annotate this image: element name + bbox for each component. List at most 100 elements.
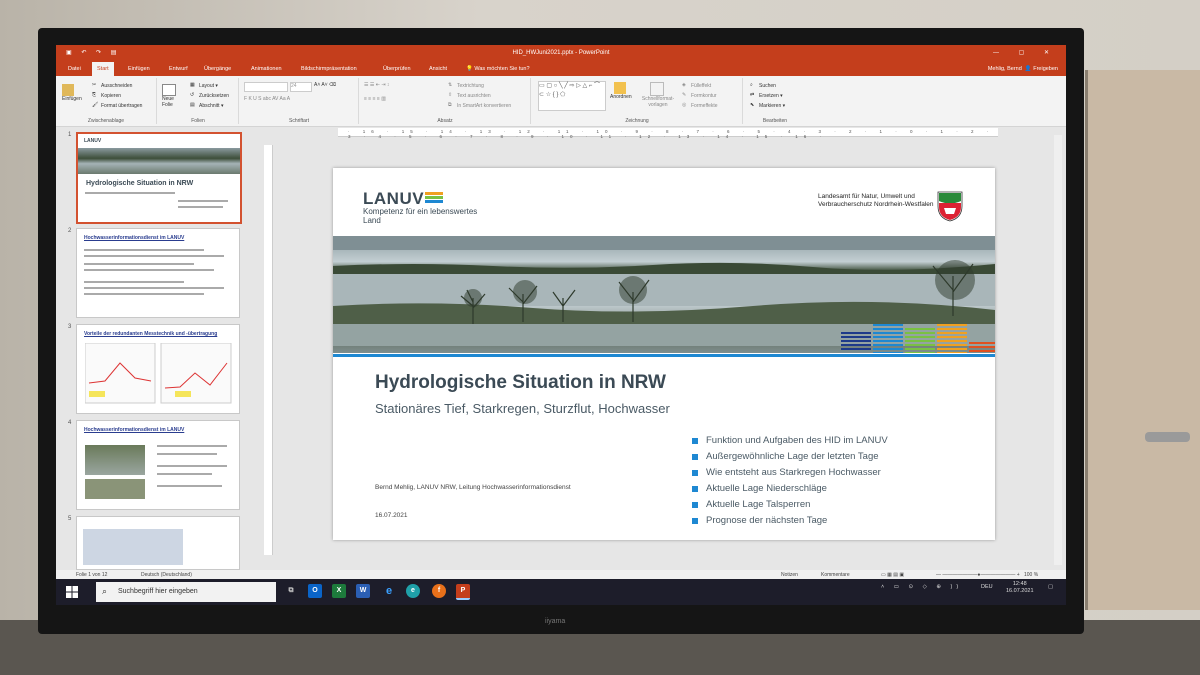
edge-icon[interactable]: e (406, 584, 420, 598)
search-placeholder: Suchbegriff hier eingeben (118, 588, 198, 595)
thumb-line (84, 281, 184, 283)
shapes-gallery[interactable]: ▭ ▢ ○ ╲ ╱ ⇨ ▷ △ ⌐ ⌒ ⊂ ☆ { } ⬠ (538, 81, 606, 111)
select-button[interactable]: ⬉ Markieren ▾ (750, 102, 785, 109)
excel-icon[interactable]: X (332, 584, 346, 598)
thumb-line (84, 269, 214, 271)
thumbnail-slide-3[interactable]: Vorteile der redundanten Messtechnik und… (76, 324, 240, 414)
thumb-charts (85, 343, 232, 404)
replace-icon: ⇄ (750, 92, 755, 98)
internet-explorer-icon[interactable]: e (382, 584, 396, 598)
ruler-ticks: · 16 · 15 · 14 · 13 · 12 · 11 · 10 · 9 ·… (348, 129, 995, 139)
account-area[interactable]: Mehlig, Bernd 👤 Freigeben (988, 66, 1058, 72)
thumb-photo (85, 445, 145, 475)
zoom-level[interactable]: 100 % (1024, 572, 1038, 578)
taskbar-search[interactable]: ⌕ Suchbegriff hier eingeben (96, 582, 276, 602)
group-font: 24 A˄ A˅ ⌫ F K U S abc AV Aa A Schriftar… (240, 78, 359, 124)
replace-button[interactable]: ⇄ Ersetzen ▾ (750, 92, 783, 99)
thumb-line (157, 465, 227, 467)
vertical-scrollbar[interactable] (1054, 135, 1062, 565)
tab-file[interactable]: Datei (68, 66, 81, 72)
quick-styles-button[interactable]: Schnellformat-vorlagen (638, 82, 678, 108)
drawing-label: Zeichnung (625, 118, 649, 124)
font-size-box[interactable]: 24 (290, 82, 312, 92)
notes-button[interactable]: Notizen (781, 572, 798, 578)
paste-button[interactable]: Einfügen (62, 84, 82, 102)
tab-transitions[interactable]: Übergänge (204, 66, 231, 72)
powerpoint-icon[interactable]: P (456, 584, 470, 600)
tab-design[interactable]: Entwurf (169, 66, 188, 72)
blue-stripe (333, 354, 995, 357)
input-language[interactable]: DEU (981, 584, 993, 590)
thumbnail-slide-2[interactable]: Hochwasserinformationsdienst im LANUV (76, 228, 240, 318)
tab-insert[interactable]: Einfügen (128, 66, 150, 72)
format-painter-button[interactable]: 🖌 Format übertragen (92, 102, 142, 109)
clipboard-label: Zwischenablage (87, 118, 125, 124)
reset-icon: ↺ (190, 92, 195, 98)
tab-view[interactable]: Ansicht (429, 66, 447, 72)
font-format-buttons[interactable]: F K U S abc AV Aa A (244, 96, 290, 102)
windows-start-icon[interactable] (66, 586, 78, 598)
shape-fill-button[interactable]: ◈ Fülleffekt (682, 82, 711, 89)
list-buttons[interactable]: ☰ ☰ ⇤ ⇥ ↕ (364, 82, 389, 88)
share-button[interactable]: Freigeben (1033, 66, 1058, 72)
windows-taskbar: ⌕ Suchbegriff hier eingeben ⧉ O X W e e … (56, 579, 1066, 605)
shape-effects-button[interactable]: ◎ Formeffekte (682, 102, 718, 109)
tab-start[interactable]: Start (92, 62, 114, 76)
view-buttons[interactable]: ▭ ▦ ▤ ▣ (881, 572, 904, 578)
font-name-box[interactable] (244, 82, 288, 92)
new-slide-button[interactable]: Neue Folie (162, 84, 184, 108)
reset-button[interactable]: ↺ Zurücksetzen (190, 92, 229, 99)
arrange-button[interactable]: Anordnen (610, 82, 632, 100)
comments-button[interactable]: Kommentare (821, 572, 850, 578)
align-buttons[interactable]: ≡ ≡ ≡ ≡ ▥ (364, 96, 386, 102)
slide-canvas[interactable]: LANUV Kompetenz für ein lebenswertes Lan… (333, 168, 995, 540)
thumb-number: 2 (68, 228, 72, 234)
new-slide-icon (162, 84, 176, 96)
ribbon: Einfügen ✂ Ausschneiden ⎘ Kopieren 🖌 Format… (56, 76, 1066, 127)
user-name: Mehlig, Bernd (987, 66, 1022, 72)
task-view-icon[interactable]: ⧉ (284, 584, 298, 598)
tab-review[interactable]: Überprüfen (383, 66, 411, 72)
window-controls[interactable]: — ▢ ✕ (993, 49, 1058, 56)
find-button[interactable]: ⌕ Suchen (750, 82, 776, 89)
cut-label: Ausschneiden (101, 82, 133, 89)
thumb-title: Hydrologische Situation in NRW (86, 180, 194, 187)
layout-label: Layout (199, 82, 215, 89)
section-button[interactable]: ▤ Abschnitt ▾ (190, 102, 223, 109)
tab-animations[interactable]: Animationen (251, 66, 282, 72)
door (1085, 70, 1200, 610)
window-title: HID_HWJuni2021.pptx - PowerPoint (512, 50, 610, 56)
notification-icon[interactable]: ▢ (1048, 584, 1053, 590)
arrange-icon (613, 82, 626, 94)
lanuv-tagline: Kompetenz für ein lebenswertes Land (363, 207, 478, 225)
tab-slideshow[interactable]: Bildschirmpräsentation (301, 66, 357, 72)
word-icon[interactable]: W (356, 584, 370, 598)
thumb-line (84, 255, 224, 257)
clock[interactable]: 12:48 16.07.2021 (1006, 581, 1034, 595)
thumbnail-slide-5[interactable] (76, 516, 240, 570)
layout-button[interactable]: ▦ Layout ▾ (190, 82, 218, 89)
brush-icon: 🖌 (92, 102, 99, 108)
title-bar: ▣ ↶ ↷ ▤ HID_HWJuni2021.pptx - PowerPoint… (56, 45, 1066, 62)
zoom-slider[interactable]: — ———————●——————— + (936, 572, 1020, 578)
group-slides: Neue Folie ▦ Layout ▾ ↺ Zurücksetzen ▤ Absc… (158, 78, 239, 124)
thumbnail-slide-4[interactable]: Hochwasserinformationsdienst im LANUV (76, 420, 240, 510)
smartart-button[interactable]: ⧉ In SmartArt konvertieren (448, 102, 511, 109)
font-grow-shrink[interactable]: A˄ A˅ ⌫ (314, 82, 336, 88)
tell-me-box[interactable]: 💡 Was möchten Sie tun? (466, 66, 530, 72)
thumbnail-slide-1[interactable]: LANUV Hydrologische Situation in NRW (76, 132, 242, 224)
thumb-number: 1 (68, 132, 72, 138)
search-icon: ⌕ (102, 586, 108, 596)
replace-label: Ersetzen (759, 92, 779, 99)
shape-outline-button[interactable]: ✎ Formkontur (682, 92, 717, 99)
outlook-icon[interactable]: O (308, 584, 322, 598)
system-tray-icons[interactable]: ˄ ▭ ⊙ ◇ ⊕ )) (881, 584, 962, 590)
cut-button[interactable]: ✂ Ausschneiden (92, 82, 132, 89)
align-text-label: Text ausrichten (457, 92, 491, 99)
text-direction-button[interactable]: ⇅ Textrichtung (448, 82, 484, 89)
language-status[interactable]: Deutsch (Deutschland) (141, 572, 192, 578)
quick-styles-icon (650, 82, 664, 96)
copy-button[interactable]: ⎘ Kopieren (92, 92, 121, 99)
align-text-button[interactable]: ⇳ Text ausrichten (448, 92, 491, 99)
firefox-icon[interactable]: f (432, 584, 446, 598)
